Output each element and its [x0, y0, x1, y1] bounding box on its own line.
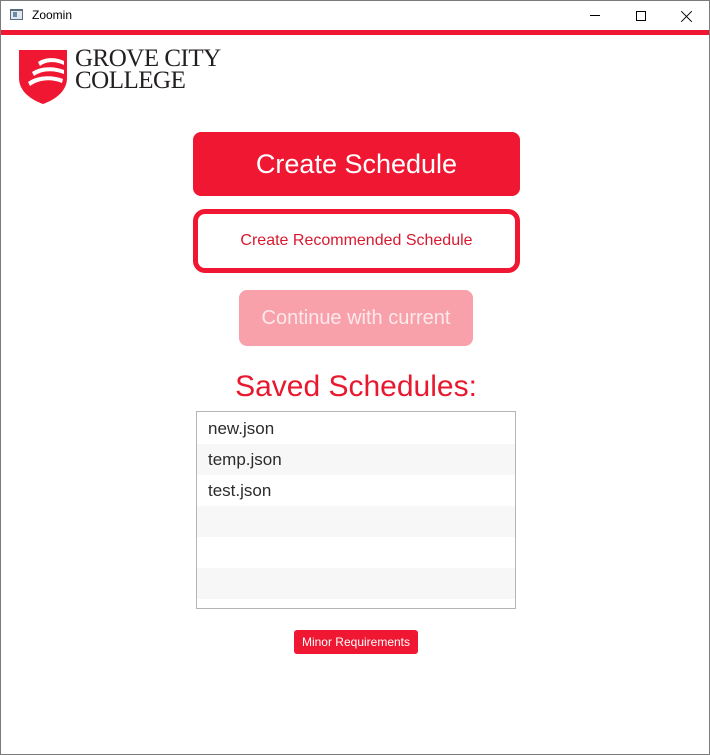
- close-icon: [681, 10, 693, 22]
- minimize-icon: [590, 15, 600, 16]
- list-item[interactable]: [197, 506, 515, 537]
- create-schedule-button[interactable]: Create Schedule: [193, 132, 520, 196]
- close-button[interactable]: [664, 1, 709, 30]
- list-item[interactable]: new.json: [197, 413, 515, 444]
- saved-schedules-heading: Saved Schedules:: [235, 370, 477, 403]
- title-bar[interactable]: Zoomin: [1, 1, 709, 30]
- logo-wordmark: GROVE CITY COLLEGE: [75, 46, 221, 94]
- logo-line-2: COLLEGE: [75, 67, 186, 94]
- minor-requirements-button[interactable]: Minor Requirements: [294, 630, 418, 654]
- app-window-icon: [10, 9, 23, 20]
- college-logo: GROVE CITY COLLEGE: [18, 46, 221, 105]
- header-accent-bar: [1, 30, 709, 35]
- window-title: Zoomin: [32, 8, 73, 22]
- list-item[interactable]: [197, 537, 515, 568]
- create-recommended-schedule-button[interactable]: Create Recommended Schedule: [193, 209, 520, 273]
- list-item[interactable]: test.json: [197, 475, 515, 506]
- maximize-icon: [636, 10, 646, 21]
- minimize-button[interactable]: [572, 1, 618, 30]
- saved-schedules-list[interactable]: new.json temp.json test.json: [196, 411, 516, 609]
- shield-logo-icon: [19, 50, 67, 104]
- app-window: Zoomin GROVE CITY COLLEGE Create Schedul…: [0, 0, 710, 755]
- maximize-button[interactable]: [618, 1, 664, 30]
- continue-with-current-button[interactable]: Continue with current: [239, 290, 473, 346]
- list-item[interactable]: [197, 568, 515, 599]
- list-item[interactable]: temp.json: [197, 444, 515, 475]
